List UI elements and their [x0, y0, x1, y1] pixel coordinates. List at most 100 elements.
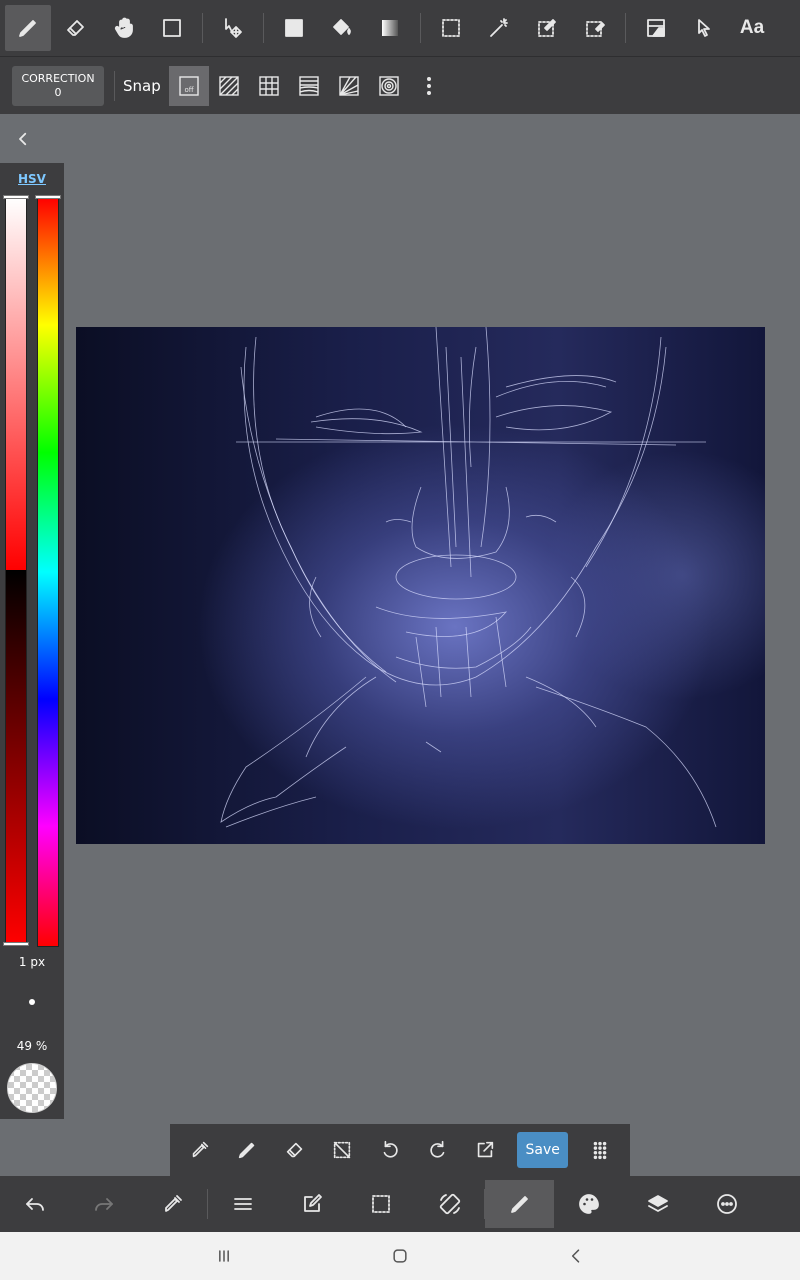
hamburger-menu-icon	[233, 1198, 252, 1210]
value-marker[interactable]	[3, 942, 29, 946]
toolbar-separator	[114, 70, 115, 101]
collapse-panel-button[interactable]	[10, 126, 36, 152]
toolbar-separator	[202, 13, 203, 43]
gradient-tool-button[interactable]	[367, 5, 413, 51]
operation-tool-button[interactable]	[681, 5, 727, 51]
snap-lines-button[interactable]	[289, 66, 329, 106]
pen-tool-button[interactable]	[5, 5, 51, 51]
opacity-label[interactable]: 49 %	[0, 1039, 64, 1053]
eraser-icon	[67, 20, 84, 36]
redo-button[interactable]	[69, 1180, 138, 1228]
more-vertical-icon	[426, 76, 431, 95]
select-pen-tool-button[interactable]	[524, 5, 570, 51]
undo-quick-button[interactable]	[366, 1124, 414, 1176]
hue-slider[interactable]	[37, 197, 59, 947]
home-icon	[393, 1249, 407, 1263]
correction-value: 0	[54, 85, 62, 99]
save-button[interactable]: Save	[516, 1132, 569, 1168]
magic-wand-icon	[490, 18, 508, 37]
menu-button[interactable]	[208, 1180, 277, 1228]
brush-size-preview	[29, 999, 35, 1005]
transform-tool-button[interactable]	[210, 5, 256, 51]
text-tool-button[interactable]: Aa	[729, 5, 775, 51]
undo-button[interactable]	[0, 1180, 69, 1228]
snap-circle-button[interactable]	[369, 66, 409, 106]
color-palette-button[interactable]	[554, 1180, 623, 1228]
snap-circle-icon	[379, 75, 399, 96]
select-pen-icon	[538, 19, 556, 37]
hand-tool-button[interactable]	[101, 5, 147, 51]
gradient-icon	[382, 20, 398, 36]
brush-button[interactable]	[485, 1180, 554, 1228]
rotate-left-icon	[383, 1140, 398, 1158]
bucket-icon	[333, 19, 351, 35]
pen-icon	[19, 20, 36, 37]
snap-off-button[interactable]: off	[168, 65, 209, 106]
eyedropper-icon	[192, 1141, 208, 1158]
pen-quick-button[interactable]	[224, 1124, 272, 1176]
layer-panel-icon	[647, 19, 665, 37]
bucket-tool-button[interactable]	[319, 5, 365, 51]
back-chevron-icon	[571, 1249, 580, 1263]
snap-grid-button[interactable]	[249, 66, 289, 106]
toolbar-separator	[263, 13, 264, 43]
magic-wand-tool-button[interactable]	[476, 5, 522, 51]
external-link-icon	[477, 1141, 494, 1158]
chevron-left-icon	[19, 132, 27, 146]
quick-action-toolbar: Save	[170, 1124, 630, 1176]
brush-options-toolbar: CORRECTION 0 Snap off	[0, 56, 800, 114]
saturation-marker[interactable]	[3, 195, 29, 199]
snap-off-text: off	[184, 86, 193, 94]
palette-icon	[578, 1194, 599, 1214]
recent-apps-button[interactable]	[136, 1246, 312, 1266]
correction-button[interactable]: CORRECTION 0	[12, 65, 104, 106]
selection-button[interactable]	[346, 1180, 415, 1228]
hsv-mode-tab[interactable]: HSV	[0, 172, 64, 186]
toolbar-separator	[420, 13, 421, 43]
snap-label: Snap	[123, 76, 161, 95]
export-button[interactable]	[461, 1124, 509, 1176]
rotate-canvas-button[interactable]	[415, 1180, 484, 1228]
eraser-tool-button[interactable]	[53, 5, 99, 51]
edit-icon	[303, 1194, 322, 1212]
recent-apps-icon	[219, 1250, 229, 1262]
pen-icon	[510, 1196, 528, 1213]
back-button[interactable]	[488, 1246, 664, 1266]
select-eraser-tool-button[interactable]	[572, 5, 618, 51]
snap-radial-button[interactable]	[329, 66, 369, 106]
deselect-button[interactable]	[319, 1124, 367, 1176]
screen-rotation-icon	[439, 1193, 460, 1215]
home-button[interactable]	[312, 1246, 488, 1266]
shape-tool-button[interactable]	[149, 5, 195, 51]
fill-rect-tool-button[interactable]	[271, 5, 317, 51]
redo-quick-button[interactable]	[414, 1124, 462, 1176]
eraser-quick-button[interactable]	[271, 1124, 319, 1176]
drawing-canvas[interactable]	[76, 327, 765, 844]
layer-tool-button[interactable]	[633, 5, 679, 51]
layers-button[interactable]	[623, 1180, 692, 1228]
fill-rect-icon	[285, 19, 303, 37]
eyedropper-bottom-button[interactable]	[138, 1180, 207, 1228]
toolbar-grid-button[interactable]	[576, 1124, 624, 1176]
undo-icon	[25, 1198, 44, 1211]
current-color-swatch[interactable]	[7, 1063, 57, 1113]
edit-button[interactable]	[277, 1180, 346, 1228]
snap-off-icon: off	[179, 75, 199, 96]
more-menu-button[interactable]	[692, 1180, 761, 1228]
more-options-button[interactable]	[409, 66, 449, 106]
select-tool-button[interactable]	[428, 5, 474, 51]
eyedropper-button[interactable]	[176, 1124, 224, 1176]
saturation-gradient	[6, 198, 26, 570]
snap-parallel-button[interactable]	[209, 66, 249, 106]
hue-marker[interactable]	[35, 195, 61, 199]
main-toolbar: Aa	[0, 0, 800, 56]
move-icon	[225, 18, 242, 38]
select-eraser-icon	[586, 21, 605, 37]
sketch-strokes	[220, 327, 717, 828]
layers-icon	[647, 1195, 668, 1212]
snap-grid-icon	[259, 75, 279, 96]
saturation-value-slider[interactable]	[5, 197, 27, 945]
value-gradient	[6, 570, 26, 944]
brush-size-label[interactable]: 1 px	[0, 955, 64, 969]
hand-icon	[114, 17, 133, 38]
